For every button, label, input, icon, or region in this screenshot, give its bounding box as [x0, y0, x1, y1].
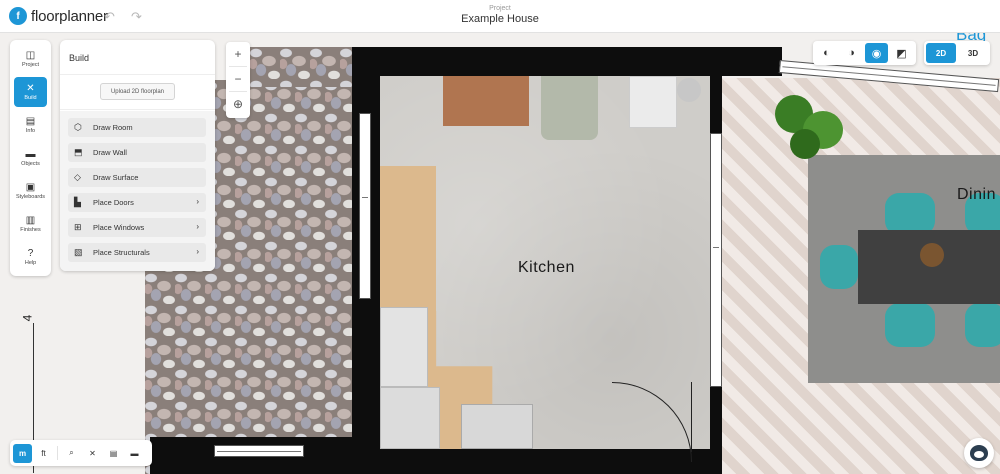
place-structurals-icon: ▧ — [74, 247, 83, 257]
toolbar-item-label: Objects — [21, 161, 40, 167]
stone-patio-top — [250, 47, 352, 87]
toolbar-item-project[interactable]: ◫ Project — [14, 44, 47, 74]
build-item-label: Draw Wall — [93, 148, 127, 157]
kitchen-appliance[interactable] — [380, 387, 440, 449]
toolbar-item-help[interactable]: ? Help — [14, 242, 47, 272]
project-icon: ◫ — [25, 50, 36, 61]
toggle-icon[interactable]: ◩ — [890, 43, 913, 63]
toolbar-item-objects[interactable]: ▬ Objects — [14, 143, 47, 173]
place-windows-icon: ⊞ — [74, 222, 82, 232]
upload-area: Upload 2D floorplan — [60, 74, 215, 110]
kitchen-sink[interactable] — [461, 404, 533, 449]
zoom-in-button[interactable]: + — [226, 42, 250, 66]
build-item-place-structurals[interactable]: ▧ Place Structurals › — [68, 243, 206, 262]
help-icon: ? — [27, 248, 34, 259]
toolbar-item-styleboards[interactable]: ▣ Styleboards — [14, 176, 47, 206]
build-item-label: Place Doors — [93, 198, 134, 207]
center-view-button[interactable]: ⊕ — [226, 92, 250, 116]
build-tool-list: ⬡ Draw Room ⬒ Draw Wall ◇ Draw Surface ▙ Place … — [60, 111, 215, 271]
ruler-value: 4 — [20, 314, 35, 322]
build-panel-title: Build — [69, 53, 90, 63]
draw-surface-icon: ◇ — [74, 172, 81, 182]
upload-floorplan-button[interactable]: Upload 2D floorplan — [100, 83, 175, 100]
chevron-right-icon: › — [196, 222, 199, 231]
toolbar-item-label: Project — [21, 62, 40, 68]
objects-icon: ▬ — [25, 149, 36, 160]
window-bottom — [214, 445, 304, 457]
finishes-icon: ▥ — [25, 215, 36, 226]
room-label-dining[interactable]: Dinin — [957, 186, 996, 204]
build-item-label: Place Windows — [93, 223, 145, 232]
shading-icon[interactable]: ◑ — [840, 43, 863, 63]
range-hood[interactable] — [380, 307, 428, 387]
toolbar-item-label: Styleboards — [15, 194, 46, 200]
dining-table[interactable] — [858, 230, 1000, 304]
plant[interactable] — [790, 129, 820, 159]
info-icon: ▤ — [25, 116, 36, 127]
view-2d-button[interactable]: 2D — [926, 43, 956, 63]
build-item-place-doors[interactable]: ▙ Place Doors › — [68, 193, 206, 212]
top-bar: f floorplanner ↶ ↷ Project Example House — [0, 0, 1000, 33]
assistant-mascot-icon[interactable] — [964, 438, 994, 468]
build-item-draw-surface[interactable]: ◇ Draw Surface — [68, 168, 206, 187]
kitchen-cabinet[interactable] — [629, 76, 677, 128]
contrast-icon[interactable]: ◐ — [815, 43, 838, 63]
objects-icon[interactable]: ▬ — [125, 444, 144, 463]
view-3d-button[interactable]: 3D — [958, 43, 988, 63]
measure-search-icon[interactable]: ⌕ — [62, 444, 81, 463]
counter-left — [380, 166, 436, 311]
color-icon[interactable]: ◉ — [865, 43, 888, 63]
toolbar-item-label: Build — [24, 95, 37, 101]
toolbar-item-label: Help — [24, 260, 37, 266]
build-item-place-windows[interactable]: ⊞ Place Windows › — [68, 218, 206, 237]
view-mode-controls: ◐ ◑ ◉ ◩ — [813, 41, 916, 65]
toolbar-item-finishes[interactable]: ▥ Finishes — [14, 209, 47, 239]
chevron-right-icon: › — [196, 197, 199, 206]
draw-room-icon: ⬡ — [74, 122, 82, 132]
zoom-controls: + − ⊕ — [226, 42, 250, 118]
toolbar-item-info[interactable]: ▤ Info — [14, 110, 47, 140]
dining-chair[interactable] — [885, 193, 935, 235]
dining-chair[interactable] — [965, 303, 1000, 347]
build-item-draw-wall[interactable]: ⬒ Draw Wall — [68, 143, 206, 162]
build-item-label: Place Structurals — [93, 248, 150, 257]
comment-icon[interactable]: ▤ — [104, 444, 123, 463]
dining-chair[interactable] — [820, 245, 858, 289]
kitchen-table[interactable] — [443, 76, 529, 126]
build-panel: Build Upload 2D floorplan ⬡ Draw Room ⬒ Dra… — [60, 40, 215, 271]
room-label-kitchen[interactable]: Kitchen — [518, 259, 575, 277]
project-caption: Project — [489, 5, 511, 12]
draw-wall-icon: ⬒ — [74, 147, 83, 157]
dining-chair[interactable] — [885, 303, 935, 347]
place-doors-icon: ▙ — [74, 197, 81, 207]
toolbar-item-build[interactable]: ✕ Build — [14, 77, 47, 107]
build-item-label: Draw Surface — [93, 173, 139, 182]
build-tools-icon: ✕ — [26, 83, 35, 94]
toolbar-item-label: Finishes — [20, 227, 41, 233]
unit-meter-button[interactable]: m — [13, 443, 32, 463]
refrigerator[interactable] — [541, 76, 598, 140]
dimension-toggle: 2D 3D — [924, 41, 990, 65]
mascot-face — [970, 445, 988, 461]
build-item-label: Draw Room — [93, 123, 133, 132]
chevron-right-icon: › — [196, 247, 199, 256]
window-left — [359, 113, 371, 299]
tools-icon[interactable]: ✕ — [83, 444, 102, 463]
project-title[interactable]: Example House — [0, 13, 1000, 25]
zoom-out-button[interactable]: − — [226, 67, 250, 91]
unit-feet-button[interactable]: ft — [34, 444, 53, 463]
fruit-bowl[interactable] — [920, 243, 944, 267]
styleboards-icon: ▣ — [25, 182, 36, 193]
kitchen-lamp[interactable] — [677, 78, 701, 102]
toolbar-divider — [57, 446, 58, 460]
build-item-draw-room[interactable]: ⬡ Draw Room — [68, 118, 206, 137]
window-right — [710, 133, 722, 387]
toolbar-item-label: Info — [25, 128, 36, 134]
bottom-toolbar: m ft ⌕ ✕ ▤ ▬ — [10, 440, 152, 466]
main-toolbar: ◫ Project ✕ Build ▤ Info ▬ Objects ▣ Styleboards ▥… — [10, 40, 51, 276]
door-leaf — [691, 382, 692, 452]
